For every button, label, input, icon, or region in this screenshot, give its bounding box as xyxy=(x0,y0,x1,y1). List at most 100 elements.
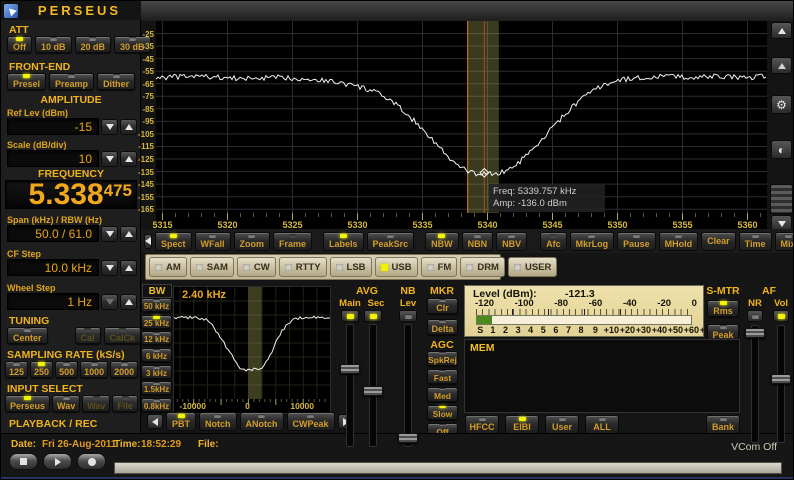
tuning-calck[interactable]: CalCk xyxy=(103,327,142,344)
bw-6-khz[interactable]: 6 kHz xyxy=(141,347,172,362)
mkr-delta[interactable]: Delta xyxy=(427,319,458,335)
span-value[interactable]: 50.0 / 61.0 xyxy=(7,225,99,242)
wheel-step-down-button[interactable] xyxy=(101,293,118,310)
tuning-center[interactable]: Center xyxy=(7,327,48,344)
bwrow-notch[interactable]: Notch xyxy=(199,412,237,431)
toolbar-pause[interactable]: Pause xyxy=(617,231,656,251)
avg-sec-slider[interactable] xyxy=(363,324,383,447)
toolbar-mhold[interactable]: MHold xyxy=(658,231,699,251)
bw-3-khz[interactable]: 3 kHz xyxy=(141,364,172,379)
agc-spkrej[interactable]: SpkRej xyxy=(427,351,458,366)
rate-250[interactable]: 250 xyxy=(30,361,54,378)
nb-lev-slider-handle[interactable] xyxy=(398,433,418,443)
input-wav[interactable]: Wav xyxy=(52,395,81,412)
stop-button[interactable] xyxy=(9,453,38,470)
avg-main-slider-handle[interactable] xyxy=(340,364,360,374)
front-end-dither[interactable]: Dither xyxy=(97,73,136,90)
agc-med[interactable]: Med xyxy=(427,387,458,402)
span-max-icon[interactable] xyxy=(771,57,792,74)
wheel-step-value[interactable]: 1 Hz xyxy=(7,293,99,310)
agc-fast[interactable]: Fast xyxy=(427,369,458,384)
af-vol-slider-handle[interactable] xyxy=(771,374,791,384)
mode-sam[interactable]: SAM xyxy=(189,257,234,277)
mode-lsb[interactable]: LSB xyxy=(329,257,372,277)
span-down-button[interactable] xyxy=(101,225,118,242)
toolbar-labels[interactable]: Labels xyxy=(323,231,364,251)
toolbar-nbv[interactable]: NBV xyxy=(496,231,528,251)
bw-left-arrow[interactable] xyxy=(147,414,163,429)
toolbar-spect[interactable]: Spect xyxy=(155,231,192,251)
mem-all[interactable]: ALL xyxy=(585,415,619,434)
bw-0-8khz[interactable]: 0.8kHz xyxy=(141,397,172,412)
mem-eibi[interactable]: EIBI xyxy=(505,415,539,434)
span-up-button[interactable] xyxy=(120,225,137,242)
rate-2000[interactable]: 2000 xyxy=(110,361,139,378)
toolbar-mkrlog[interactable]: MkrLog xyxy=(569,231,615,251)
agc-slow[interactable]: Slow xyxy=(427,405,458,420)
toolbar-afc[interactable]: Afc xyxy=(540,231,567,251)
scroll-up-icon[interactable] xyxy=(771,22,792,39)
smtr-rms[interactable]: Rms xyxy=(707,300,739,317)
ref-lev-value[interactable]: -15 xyxy=(7,118,99,135)
avg-main-led-button[interactable] xyxy=(341,310,359,322)
mode-drm[interactable]: DRM xyxy=(460,257,505,277)
record-button[interactable] xyxy=(77,453,106,470)
nb-lev-led-button[interactable] xyxy=(399,310,417,322)
toolbar-frame[interactable]: Frame xyxy=(273,231,313,251)
cf-step-down-button[interactable] xyxy=(101,259,118,276)
toolbar-time[interactable]: Time xyxy=(738,231,772,251)
bw-12-khz[interactable]: 12 kHz xyxy=(141,331,172,346)
ref-lev-up-button[interactable] xyxy=(120,118,137,135)
bw-50-khz[interactable]: 50 kHz xyxy=(141,298,172,312)
af-nr-slider-handle[interactable] xyxy=(745,328,765,338)
bwrow-cwpeak[interactable]: CWPeak xyxy=(286,412,335,431)
spectrum-plot[interactable] xyxy=(156,21,767,233)
att-off[interactable]: Off xyxy=(7,36,32,53)
mode-user[interactable]: USER xyxy=(507,257,558,277)
scale-down-button[interactable] xyxy=(101,150,118,167)
bw-filter-plot[interactable] xyxy=(173,286,331,414)
af-vol-led-button[interactable] xyxy=(773,310,789,322)
avg-sec-slider-handle[interactable] xyxy=(363,386,383,396)
toolbar-zoom[interactable]: Zoom xyxy=(233,231,271,251)
mode-usb[interactable]: USB xyxy=(374,257,418,277)
mode-cw[interactable]: CW xyxy=(236,257,276,277)
scrollbar-thumb[interactable] xyxy=(770,184,793,214)
tuning-cal[interactable]: Cal xyxy=(74,327,101,344)
cf-step-up-button[interactable] xyxy=(120,259,137,276)
mode-fm[interactable]: FM xyxy=(420,257,458,277)
bwrow-anotch[interactable]: ANotch xyxy=(239,412,284,431)
toolbar-mix[interactable]: Mix xyxy=(774,231,793,251)
bw-25-khz[interactable]: 25 kHz xyxy=(141,314,172,329)
att-10-db[interactable]: 10 dB xyxy=(35,36,72,53)
mem-bank-button[interactable]: Bank xyxy=(706,415,740,434)
input-file[interactable]: File xyxy=(112,395,138,412)
cf-step-value[interactable]: 10.0 kHz xyxy=(7,259,99,276)
toolbar-wfall[interactable]: WFall xyxy=(194,231,231,251)
af-nr-slider[interactable] xyxy=(745,325,765,443)
mem-hfcc[interactable]: HFCC xyxy=(465,415,499,434)
play-button[interactable] xyxy=(43,453,72,470)
wheel-step-up-button[interactable] xyxy=(120,293,137,310)
mkr-clr[interactable]: Clr xyxy=(427,298,458,314)
rate-1000[interactable]: 1000 xyxy=(80,361,109,378)
input-perseus[interactable]: Perseus xyxy=(5,395,51,412)
bw-1-5khz[interactable]: 1.5kHz xyxy=(141,381,172,396)
scale-up-button[interactable] xyxy=(120,150,137,167)
contrast-icon[interactable]: ◐ xyxy=(771,140,792,159)
input-wav[interactable]: Wav xyxy=(82,395,111,412)
front-end-presel[interactable]: Presel xyxy=(7,73,47,90)
bwrow-pbt[interactable]: PBT xyxy=(166,412,196,431)
mode-rtty[interactable]: RTTY xyxy=(278,257,327,277)
frequency-display[interactable]: 5.338 475 xyxy=(5,180,137,210)
toolbar-nbn[interactable]: NBN xyxy=(461,231,494,251)
af-vol-slider[interactable] xyxy=(771,325,791,443)
scale-value[interactable]: 10 xyxy=(7,150,99,167)
gear-icon[interactable]: ⚙ xyxy=(771,95,792,114)
mem-user[interactable]: User xyxy=(545,415,579,434)
af-nr-led-button[interactable] xyxy=(747,310,763,322)
toolbar-left-arrow[interactable] xyxy=(144,233,152,249)
ref-lev-down-button[interactable] xyxy=(101,118,118,135)
rate-125[interactable]: 125 xyxy=(5,361,29,378)
att-20-db[interactable]: 20 dB xyxy=(74,36,112,53)
